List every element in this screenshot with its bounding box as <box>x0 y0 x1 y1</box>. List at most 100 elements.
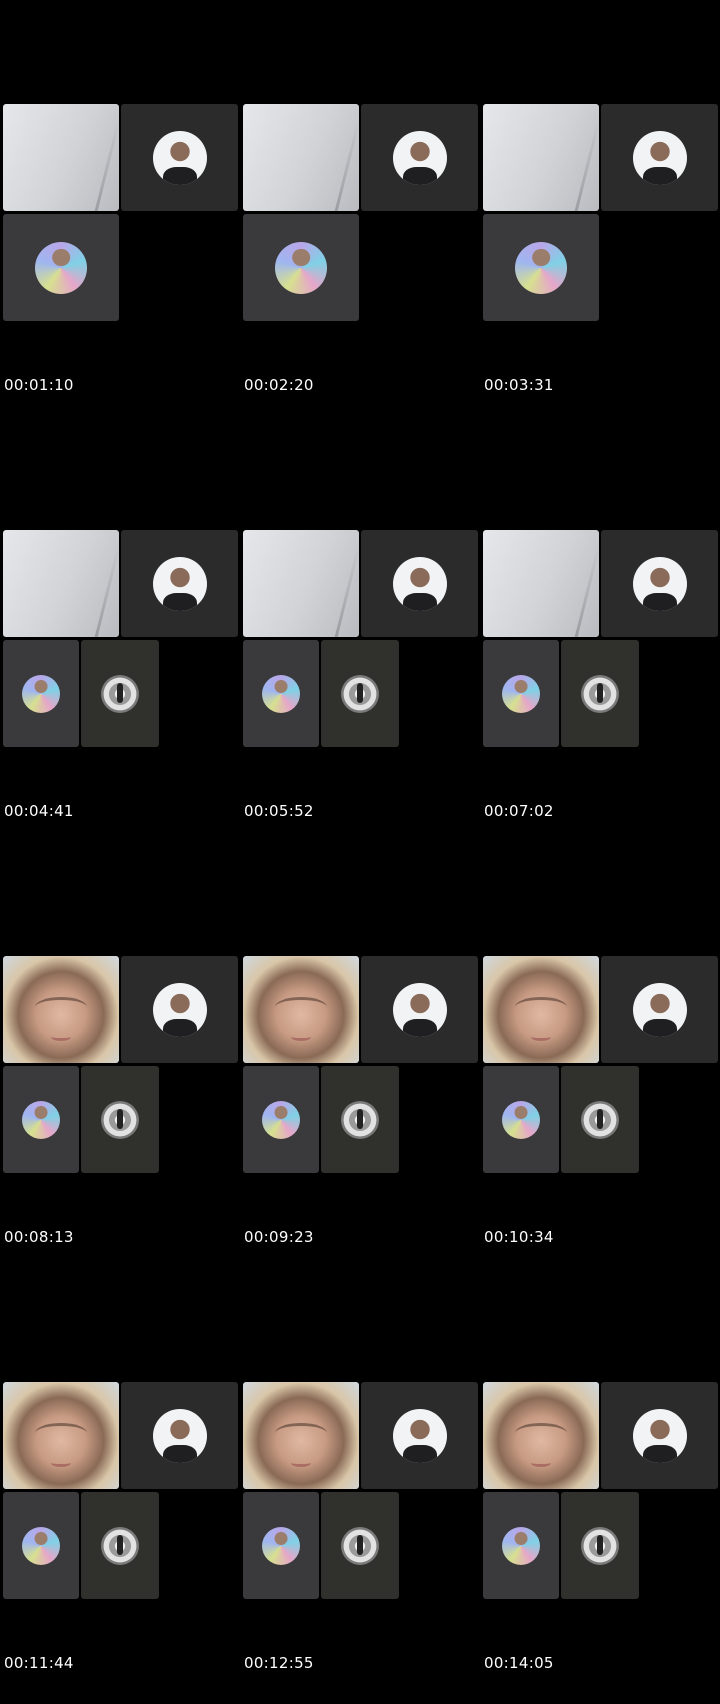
thumbnail-frame[interactable]: 00:05:52 <box>243 530 479 840</box>
participant-tile <box>561 1066 639 1173</box>
camera-feed-tile <box>243 956 359 1063</box>
camera-feed-tile <box>243 530 359 637</box>
participant-avatar-icon <box>275 241 327 294</box>
participant-avatar-icon <box>632 130 687 185</box>
participant-avatar-icon <box>341 674 379 713</box>
participant-avatar-icon <box>22 1100 60 1139</box>
thumbnail-frame[interactable]: 00:14:05 <box>483 1382 719 1692</box>
timestamp-label: 00:08:13 <box>4 1228 74 1246</box>
participant-avatar-icon <box>502 674 540 713</box>
participant-avatar-icon <box>502 1100 540 1139</box>
participant-tile <box>483 1492 559 1599</box>
participant-avatar-icon <box>101 674 139 713</box>
participant-tile <box>361 1382 478 1489</box>
thumbnail-frame[interactable]: 00:01:10 <box>3 104 239 414</box>
timestamp-label: 00:03:31 <box>484 376 554 394</box>
camera-feed-tile <box>243 104 359 211</box>
participant-avatar-icon <box>502 1526 540 1565</box>
participant-avatar-icon <box>35 241 87 294</box>
participant-avatar-icon <box>22 674 60 713</box>
thumbnail-grid: { "frames": [ {"timestamp": "00:01:10"},… <box>0 0 720 1704</box>
thumbnail-frame[interactable]: 00:08:13 <box>3 956 239 1266</box>
participant-avatar-icon <box>581 674 619 713</box>
participant-avatar-icon <box>152 982 207 1037</box>
participant-tile <box>483 1066 559 1173</box>
participant-tile <box>601 530 718 637</box>
participant-avatar-icon <box>262 1526 300 1565</box>
participant-tile <box>361 104 478 211</box>
participant-tile <box>121 956 238 1063</box>
participant-avatar-icon <box>632 982 687 1037</box>
participant-tile <box>483 214 599 321</box>
participant-avatar-icon <box>152 130 207 185</box>
camera-feed-tile <box>3 1382 119 1489</box>
participant-tile <box>121 530 238 637</box>
participant-tile <box>321 1492 399 1599</box>
participant-avatar-icon <box>392 556 447 611</box>
participant-tile <box>483 640 559 747</box>
thumbnail-frame[interactable]: 00:04:41 <box>3 530 239 840</box>
participant-avatar-icon <box>152 556 207 611</box>
timestamp-label: 00:12:55 <box>244 1654 314 1672</box>
participant-avatar-icon <box>632 556 687 611</box>
participant-tile <box>121 1382 238 1489</box>
thumbnail-frame[interactable]: 00:11:44 <box>3 1382 239 1692</box>
thumbnail-frame[interactable]: 00:03:31 <box>483 104 719 414</box>
timestamp-label: 00:14:05 <box>484 1654 554 1672</box>
participant-tile <box>361 530 478 637</box>
participant-avatar-icon <box>392 982 447 1037</box>
participant-tile <box>321 640 399 747</box>
participant-avatar-icon <box>581 1526 619 1565</box>
participant-tile <box>81 1492 159 1599</box>
timestamp-label: 00:04:41 <box>4 802 74 820</box>
participant-tile <box>81 640 159 747</box>
timestamp-label: 00:01:10 <box>4 376 74 394</box>
thumbnail-frame[interactable]: 00:02:20 <box>243 104 479 414</box>
timestamp-label: 00:10:34 <box>484 1228 554 1246</box>
participant-avatar-icon <box>22 1526 60 1565</box>
thumbnail-frame[interactable]: 00:10:34 <box>483 956 719 1266</box>
camera-feed-tile <box>243 1382 359 1489</box>
participant-tile <box>321 1066 399 1173</box>
timestamp-label: 00:07:02 <box>484 802 554 820</box>
thumbnail-frame[interactable]: 00:07:02 <box>483 530 719 840</box>
participant-tile <box>361 956 478 1063</box>
participant-avatar-icon <box>152 1408 207 1463</box>
camera-feed-tile <box>483 530 599 637</box>
participant-avatar-icon <box>632 1408 687 1463</box>
participant-avatar-icon <box>101 1100 139 1139</box>
thumbnail-frame[interactable]: 00:09:23 <box>243 956 479 1266</box>
participant-tile <box>3 1066 79 1173</box>
participant-tile <box>561 640 639 747</box>
camera-feed-tile <box>483 956 599 1063</box>
camera-feed-tile <box>3 104 119 211</box>
participant-tile <box>121 104 238 211</box>
participant-tile <box>243 1492 319 1599</box>
participant-tile <box>243 214 359 321</box>
participant-tile <box>3 214 119 321</box>
participant-avatar-icon <box>392 1408 447 1463</box>
camera-feed-tile <box>3 956 119 1063</box>
participant-tile <box>81 1066 159 1173</box>
camera-feed-tile <box>483 104 599 211</box>
participant-tile <box>561 1492 639 1599</box>
participant-avatar-icon <box>341 1526 379 1565</box>
timestamp-label: 00:09:23 <box>244 1228 314 1246</box>
participant-avatar-icon <box>262 1100 300 1139</box>
participant-avatar-icon <box>392 130 447 185</box>
participant-avatar-icon <box>262 674 300 713</box>
participant-tile <box>601 956 718 1063</box>
participant-avatar-icon <box>515 241 567 294</box>
timestamp-label: 00:11:44 <box>4 1654 74 1672</box>
thumbnail-frame[interactable]: 00:12:55 <box>243 1382 479 1692</box>
participant-tile <box>3 640 79 747</box>
participant-avatar-icon <box>341 1100 379 1139</box>
participant-tile <box>243 640 319 747</box>
participant-tile <box>601 104 718 211</box>
participant-avatar-icon <box>581 1100 619 1139</box>
camera-feed-tile <box>483 1382 599 1489</box>
participant-tile <box>243 1066 319 1173</box>
timestamp-label: 00:05:52 <box>244 802 314 820</box>
camera-feed-tile <box>3 530 119 637</box>
participant-tile <box>3 1492 79 1599</box>
